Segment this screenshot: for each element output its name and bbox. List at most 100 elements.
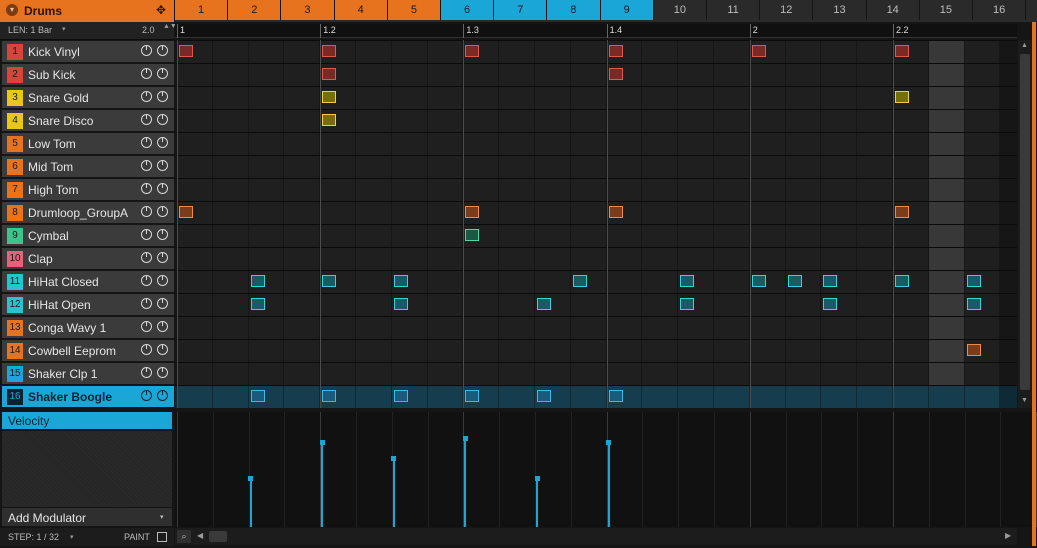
step-cell[interactable] bbox=[284, 155, 320, 178]
step-cell[interactable] bbox=[535, 109, 570, 132]
step-cell[interactable] bbox=[964, 201, 1000, 224]
step-cell[interactable] bbox=[821, 155, 857, 178]
pattern-slot-8[interactable]: 8 bbox=[547, 0, 601, 20]
pattern-slot-10[interactable]: 10 bbox=[653, 0, 707, 20]
step-cell[interactable] bbox=[570, 155, 606, 178]
step-cell[interactable] bbox=[463, 293, 499, 316]
note-event[interactable] bbox=[895, 45, 909, 57]
step-cell[interactable] bbox=[678, 178, 713, 201]
note-event[interactable] bbox=[608, 45, 623, 57]
step-cell[interactable] bbox=[785, 40, 821, 63]
step-cell[interactable] bbox=[284, 109, 320, 132]
step-cell[interactable] bbox=[964, 385, 1000, 408]
step-cell[interactable] bbox=[570, 178, 606, 201]
step-cell[interactable] bbox=[284, 316, 320, 339]
step-cell[interactable] bbox=[928, 385, 964, 408]
step-cell[interactable] bbox=[535, 201, 570, 224]
step-cell[interactable] bbox=[785, 155, 821, 178]
step-cell[interactable] bbox=[642, 293, 678, 316]
step-cell[interactable] bbox=[606, 316, 642, 339]
grid-row[interactable] bbox=[175, 362, 1017, 385]
pattern-slot-6[interactable]: 6 bbox=[441, 0, 495, 20]
scroll-down-icon[interactable]: ▼ bbox=[1021, 397, 1028, 404]
step-cell[interactable] bbox=[964, 40, 1000, 63]
timeline-ruler[interactable]: 1 1.2 1.3 1.4 2 2.2 bbox=[175, 24, 1017, 38]
grid-row[interactable] bbox=[175, 385, 1017, 408]
step-cell[interactable] bbox=[714, 155, 749, 178]
note-event[interactable] bbox=[322, 390, 337, 402]
step-cell[interactable] bbox=[499, 63, 534, 86]
step-cell[interactable] bbox=[606, 247, 642, 270]
step-cell[interactable] bbox=[570, 86, 606, 109]
step-cell[interactable] bbox=[212, 293, 248, 316]
step-cell[interactable] bbox=[606, 362, 642, 385]
step-cell[interactable] bbox=[821, 40, 857, 63]
step-cell[interactable] bbox=[177, 132, 212, 155]
step-cell[interactable] bbox=[391, 63, 427, 86]
pattern-slot-16[interactable]: 16 bbox=[973, 0, 1027, 20]
step-cell[interactable] bbox=[499, 155, 534, 178]
step-cell[interactable] bbox=[212, 63, 248, 86]
step-cell[interactable] bbox=[785, 178, 821, 201]
step-cell[interactable] bbox=[427, 339, 463, 362]
step-cell[interactable] bbox=[535, 362, 570, 385]
sound-pan-knob-icon[interactable] bbox=[157, 298, 168, 309]
step-cell[interactable] bbox=[678, 155, 713, 178]
step-cell[interactable] bbox=[427, 109, 463, 132]
step-cell[interactable] bbox=[284, 178, 320, 201]
note-event[interactable] bbox=[895, 275, 909, 287]
pattern-slot-14[interactable]: 14 bbox=[866, 0, 920, 20]
step-cell[interactable] bbox=[356, 178, 391, 201]
step-cell[interactable] bbox=[606, 178, 642, 201]
sound-volume-knob-icon[interactable] bbox=[141, 321, 152, 332]
step-cell[interactable] bbox=[893, 109, 928, 132]
step-cell[interactable] bbox=[427, 201, 463, 224]
step-cell[interactable] bbox=[177, 247, 212, 270]
step-cell[interactable] bbox=[928, 132, 964, 155]
pattern-slot-3[interactable]: 3 bbox=[281, 0, 335, 20]
step-cell[interactable] bbox=[678, 86, 713, 109]
step-cell[interactable] bbox=[714, 63, 749, 86]
move-icon[interactable]: ✥ bbox=[154, 3, 168, 17]
step-cell[interactable] bbox=[284, 339, 320, 362]
step-cell[interactable] bbox=[248, 63, 284, 86]
step-cell[interactable] bbox=[570, 40, 606, 63]
step-cell[interactable] bbox=[714, 316, 749, 339]
step-cell[interactable] bbox=[928, 40, 964, 63]
step-cell[interactable] bbox=[391, 247, 427, 270]
step-cell[interactable] bbox=[570, 224, 606, 247]
pattern-slot-13[interactable]: 13 bbox=[813, 0, 867, 20]
step-cell[interactable] bbox=[570, 247, 606, 270]
step-cell[interactable] bbox=[714, 109, 749, 132]
step-cell[interactable] bbox=[642, 178, 678, 201]
sound-slot-9[interactable]: 9 Cymbal bbox=[2, 225, 174, 246]
step-cell[interactable] bbox=[821, 132, 857, 155]
step-cell[interactable] bbox=[320, 339, 355, 362]
step-cell[interactable] bbox=[642, 385, 678, 408]
pattern-slot-11[interactable]: 11 bbox=[707, 0, 761, 20]
step-cell[interactable] bbox=[857, 155, 892, 178]
horizontal-scroll-thumb[interactable] bbox=[209, 531, 227, 542]
note-event[interactable] bbox=[608, 68, 623, 80]
step-cell[interactable] bbox=[212, 362, 248, 385]
step-cell[interactable] bbox=[714, 270, 749, 293]
step-cell[interactable] bbox=[821, 86, 857, 109]
step-cell[interactable] bbox=[356, 86, 391, 109]
step-cell[interactable] bbox=[893, 63, 928, 86]
velocity-handle[interactable] bbox=[534, 475, 540, 481]
step-cell[interactable] bbox=[463, 178, 499, 201]
step-cell[interactable] bbox=[606, 293, 642, 316]
step-cell[interactable] bbox=[642, 270, 678, 293]
velocity-bar[interactable] bbox=[607, 441, 610, 527]
step-cell[interactable] bbox=[499, 362, 534, 385]
step-cell[interactable] bbox=[535, 247, 570, 270]
sound-slot-14[interactable]: 14 Cowbell Eeprom bbox=[2, 340, 174, 361]
sound-volume-knob-icon[interactable] bbox=[141, 114, 152, 125]
step-cell[interactable] bbox=[463, 86, 499, 109]
sound-volume-knob-icon[interactable] bbox=[141, 160, 152, 171]
step-cell[interactable] bbox=[499, 109, 534, 132]
sound-pan-knob-icon[interactable] bbox=[157, 91, 168, 102]
step-cell[interactable] bbox=[177, 316, 212, 339]
sound-volume-knob-icon[interactable] bbox=[141, 137, 152, 148]
note-event[interactable] bbox=[322, 68, 337, 80]
